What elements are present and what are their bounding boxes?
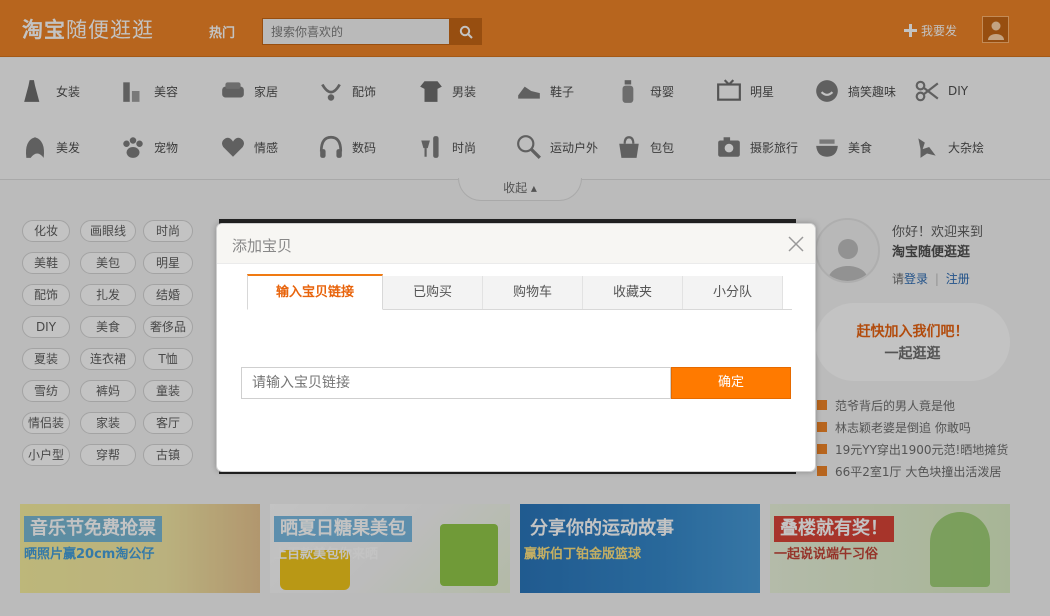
close-icon bbox=[788, 236, 804, 252]
tab-link-input[interactable]: 输入宝贝链接 bbox=[247, 274, 383, 310]
tab-purchased[interactable]: 已购买 bbox=[383, 276, 483, 309]
tab-favorites[interactable]: 收藏夹 bbox=[583, 276, 683, 309]
item-link-input[interactable] bbox=[241, 367, 671, 399]
dialog-tabs: 输入宝贝链接 已购买 购物车 收藏夹 小分队 bbox=[247, 274, 792, 310]
dialog-header: 添加宝贝 bbox=[217, 224, 815, 264]
tab-squad[interactable]: 小分队 bbox=[683, 276, 783, 309]
close-button[interactable] bbox=[786, 234, 806, 254]
tab-cart[interactable]: 购物车 bbox=[483, 276, 583, 309]
confirm-button[interactable]: 确定 bbox=[671, 367, 791, 399]
dialog-title: 添加宝贝 bbox=[232, 237, 293, 255]
page: 淘宝随便逛逛 热门 我要发 女装美容家居配饰男装鞋子母婴明星搞笑趣味DIY美发宠… bbox=[0, 0, 1050, 616]
add-item-dialog: 添加宝贝 输入宝贝链接 已购买 购物车 收藏夹 小分队 确定 bbox=[216, 223, 816, 472]
